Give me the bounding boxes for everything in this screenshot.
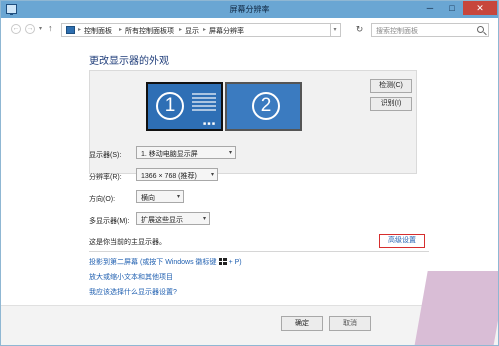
chevron-down-icon: ▾ xyxy=(176,194,180,200)
breadcrumb-screen-resolution[interactable]: 屏幕分辨率 xyxy=(209,26,244,36)
chevron-down-icon: ▾ xyxy=(210,172,214,178)
resolution-select-value: 1366 × 768 (推荐) xyxy=(141,173,197,180)
dots-icon: ■ ■ ■ xyxy=(203,121,215,127)
breadcrumb-separator-icon: ▸ xyxy=(78,27,82,33)
windows-logo-icon xyxy=(218,258,227,265)
search-placeholder: 搜索控制面板 xyxy=(376,28,418,35)
up-arrow-icon[interactable]: ↑ xyxy=(48,23,53,33)
navigation-bar: ← → ▾ ↑ ▸ 控制面板 ▸ 所有控制面板项 ▸ 显示 ▸ 屏幕分辨率 ▾ … xyxy=(1,18,498,40)
multiple-displays-label: 多显示器(M): xyxy=(89,218,130,225)
monitor-1-number: 1 xyxy=(156,92,184,120)
orientation-select[interactable]: 横向 ▾ xyxy=(136,190,184,203)
title-bar[interactable]: 屏幕分辨率 ─ □ ✕ xyxy=(1,1,498,18)
refresh-icon[interactable]: ↻ xyxy=(353,23,366,37)
ok-button[interactable]: 确定 xyxy=(281,316,323,331)
orientation-select-value: 横向 xyxy=(141,195,155,202)
control-panel-icon xyxy=(66,26,75,34)
forward-arrow-icon[interactable]: → xyxy=(25,24,35,34)
which-settings-link[interactable]: 我应该选择什么显示器设置? xyxy=(89,287,177,297)
primary-display-text: 这是你当前的主显示器。 xyxy=(89,239,166,246)
breadcrumb-separator-icon: ▸ xyxy=(203,27,207,33)
chevron-down-icon: ▾ xyxy=(202,216,206,222)
project-link-suffix: + P) xyxy=(228,259,242,266)
display-label: 显示器(S): xyxy=(89,152,122,159)
chevron-down-icon: ▾ xyxy=(228,150,232,156)
identify-button[interactable]: 识别(I) xyxy=(370,97,412,111)
monitor-1[interactable]: 1 ■ ■ ■ xyxy=(146,82,223,131)
search-box[interactable]: 搜索控制面板 xyxy=(371,23,489,37)
display-select[interactable]: 1. 移动电脑显示屏 ▾ xyxy=(136,146,236,159)
minimize-button[interactable]: ─ xyxy=(419,1,441,15)
project-link-prefix: 投影到第二屏幕 (或按下 Windows 徽标键 xyxy=(89,259,217,266)
breadcrumb-separator-icon: ▸ xyxy=(179,27,183,33)
resolution-select[interactable]: 1366 × 768 (推荐) ▾ xyxy=(136,168,218,181)
resolution-label: 分辨率(R): xyxy=(89,174,122,181)
orientation-label: 方向(O): xyxy=(89,196,116,203)
screen-resolution-window: 屏幕分辨率 ─ □ ✕ ← → ▾ ↑ ▸ 控制面板 ▸ 所有控制面板项 ▸ 显… xyxy=(0,0,499,346)
multiple-displays-select[interactable]: 扩展这些显示 ▾ xyxy=(136,212,210,225)
close-button[interactable]: ✕ xyxy=(463,1,497,15)
search-icon[interactable] xyxy=(477,26,484,33)
divider xyxy=(89,251,429,252)
recent-locations-chevron-icon[interactable]: ▾ xyxy=(39,25,42,32)
page-heading: 更改显示器的外观 xyxy=(89,56,169,67)
background-decoration xyxy=(414,271,498,345)
cancel-button[interactable]: 取消 xyxy=(329,316,371,331)
breadcrumb-all-items[interactable]: 所有控制面板项 xyxy=(125,26,174,36)
detect-button[interactable]: 检测(C) xyxy=(370,79,412,93)
project-second-screen-link[interactable]: 投影到第二屏幕 (或按下 Windows 徽标键 + P) xyxy=(89,257,242,267)
taskbar-grid-icon xyxy=(192,91,216,113)
breadcrumb-control-panel[interactable]: 控制面板 xyxy=(84,26,112,36)
breadcrumb-display[interactable]: 显示 xyxy=(185,26,199,36)
multiple-displays-select-value: 扩展这些显示 xyxy=(141,217,183,224)
address-dropdown-chevron-icon[interactable]: ▾ xyxy=(330,23,341,37)
monitor-2[interactable]: 2 xyxy=(225,82,302,131)
back-arrow-icon[interactable]: ← xyxy=(11,24,21,34)
text-size-link[interactable]: 放大或缩小文本和其他项目 xyxy=(89,272,173,282)
advanced-settings-link[interactable]: 高级设置 xyxy=(379,234,425,248)
maximize-button[interactable]: □ xyxy=(441,1,463,15)
display-select-value: 1. 移动电脑显示屏 xyxy=(141,151,198,158)
monitor-2-number: 2 xyxy=(252,92,280,120)
address-bar[interactable]: ▸ 控制面板 ▸ 所有控制面板项 ▸ 显示 ▸ 屏幕分辨率 xyxy=(61,23,331,37)
breadcrumb-separator-icon: ▸ xyxy=(119,27,123,33)
